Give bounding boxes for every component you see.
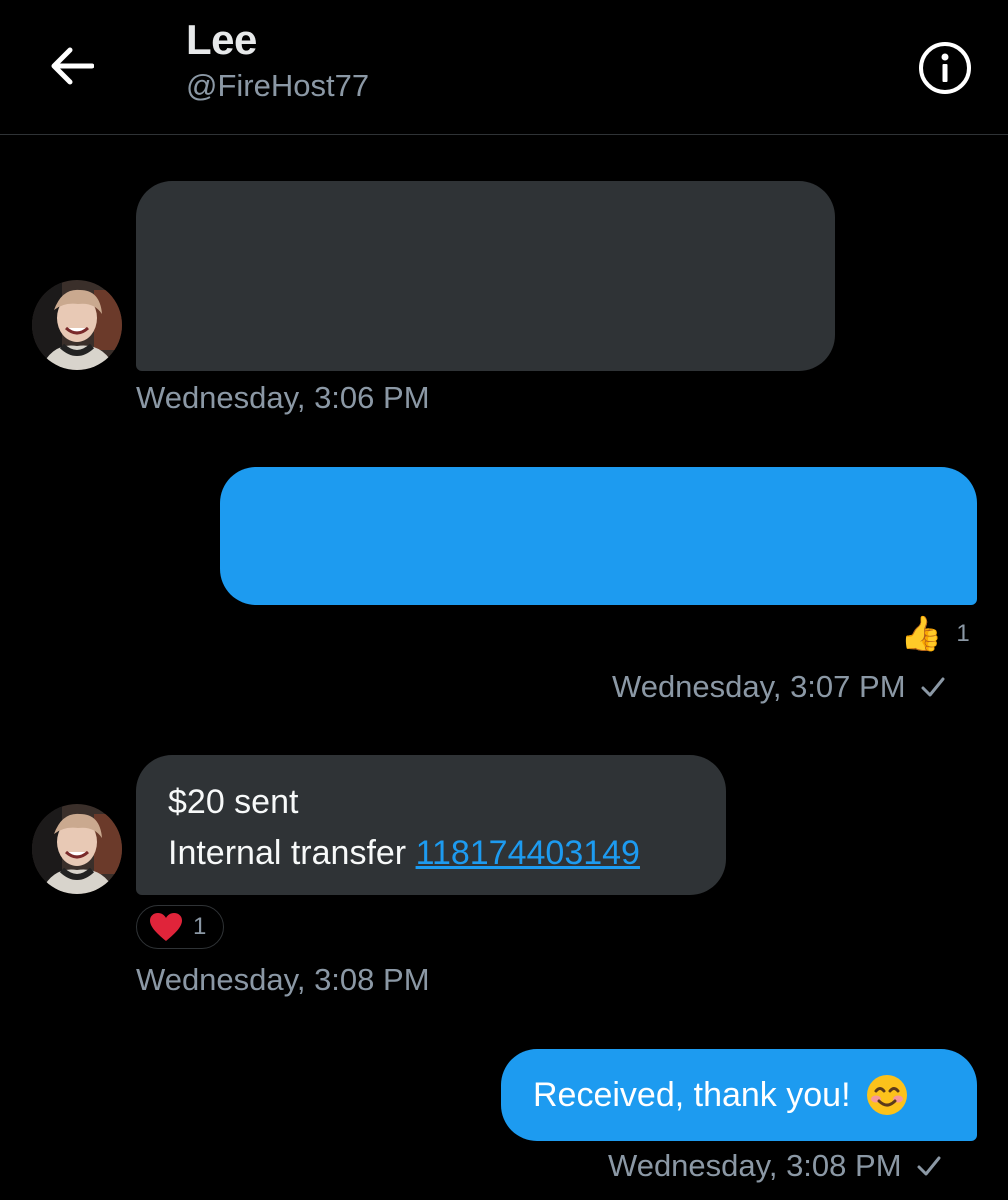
contact-name[interactable]: Lee xyxy=(186,16,257,64)
avatar[interactable] xyxy=(32,804,122,894)
message-timestamp: Wednesday, 3:08 PM xyxy=(136,962,430,997)
message-text-line2: Internal transfer 118174403149 xyxy=(168,828,694,879)
message-timestamp: Wednesday, 3:07 PM xyxy=(612,669,906,704)
smiling-face-emoji xyxy=(866,1075,907,1115)
message-bubble-redacted[interactable] xyxy=(220,467,977,605)
message-timestamp: Wednesday, 3:08 PM xyxy=(608,1148,902,1183)
avatar[interactable] xyxy=(32,280,122,370)
message-bubble-redacted[interactable] xyxy=(136,181,835,371)
message-timestamp: Wednesday, 3:06 PM xyxy=(136,380,430,415)
info-button[interactable] xyxy=(915,38,975,98)
message-bubble[interactable]: Received, thank you! xyxy=(501,1049,977,1141)
info-circle-icon xyxy=(919,42,971,94)
contact-handle[interactable]: @FireHost77 xyxy=(186,68,369,104)
message-bubble[interactable]: $20 sent Internal transfer 118174403149 xyxy=(136,755,726,895)
message-timestamp-row: Wednesday, 3:08 PM xyxy=(608,1148,942,1184)
conversation-header: Lee @FireHost77 xyxy=(0,0,1008,135)
checkmark-icon xyxy=(921,677,945,697)
transfer-label: Internal transfer xyxy=(168,834,416,872)
message-timestamp-row: Wednesday, 3:07 PM xyxy=(612,669,946,705)
reaction[interactable]: 1 xyxy=(136,905,224,949)
message-text: Received, thank you! xyxy=(533,1075,851,1114)
thumbs-up-emoji: 👍 xyxy=(900,615,943,653)
reaction[interactable]: 👍 1 xyxy=(900,614,970,654)
message-text-line1: $20 sent xyxy=(168,783,299,821)
reaction-count: 1 xyxy=(193,913,207,940)
transfer-id-link[interactable]: 118174403149 xyxy=(416,834,640,872)
reaction-count: 1 xyxy=(956,620,970,647)
heart-emoji xyxy=(150,913,182,941)
arrow-left-icon xyxy=(51,47,94,85)
back-button[interactable] xyxy=(44,38,100,94)
checkmark-icon xyxy=(917,1156,941,1176)
